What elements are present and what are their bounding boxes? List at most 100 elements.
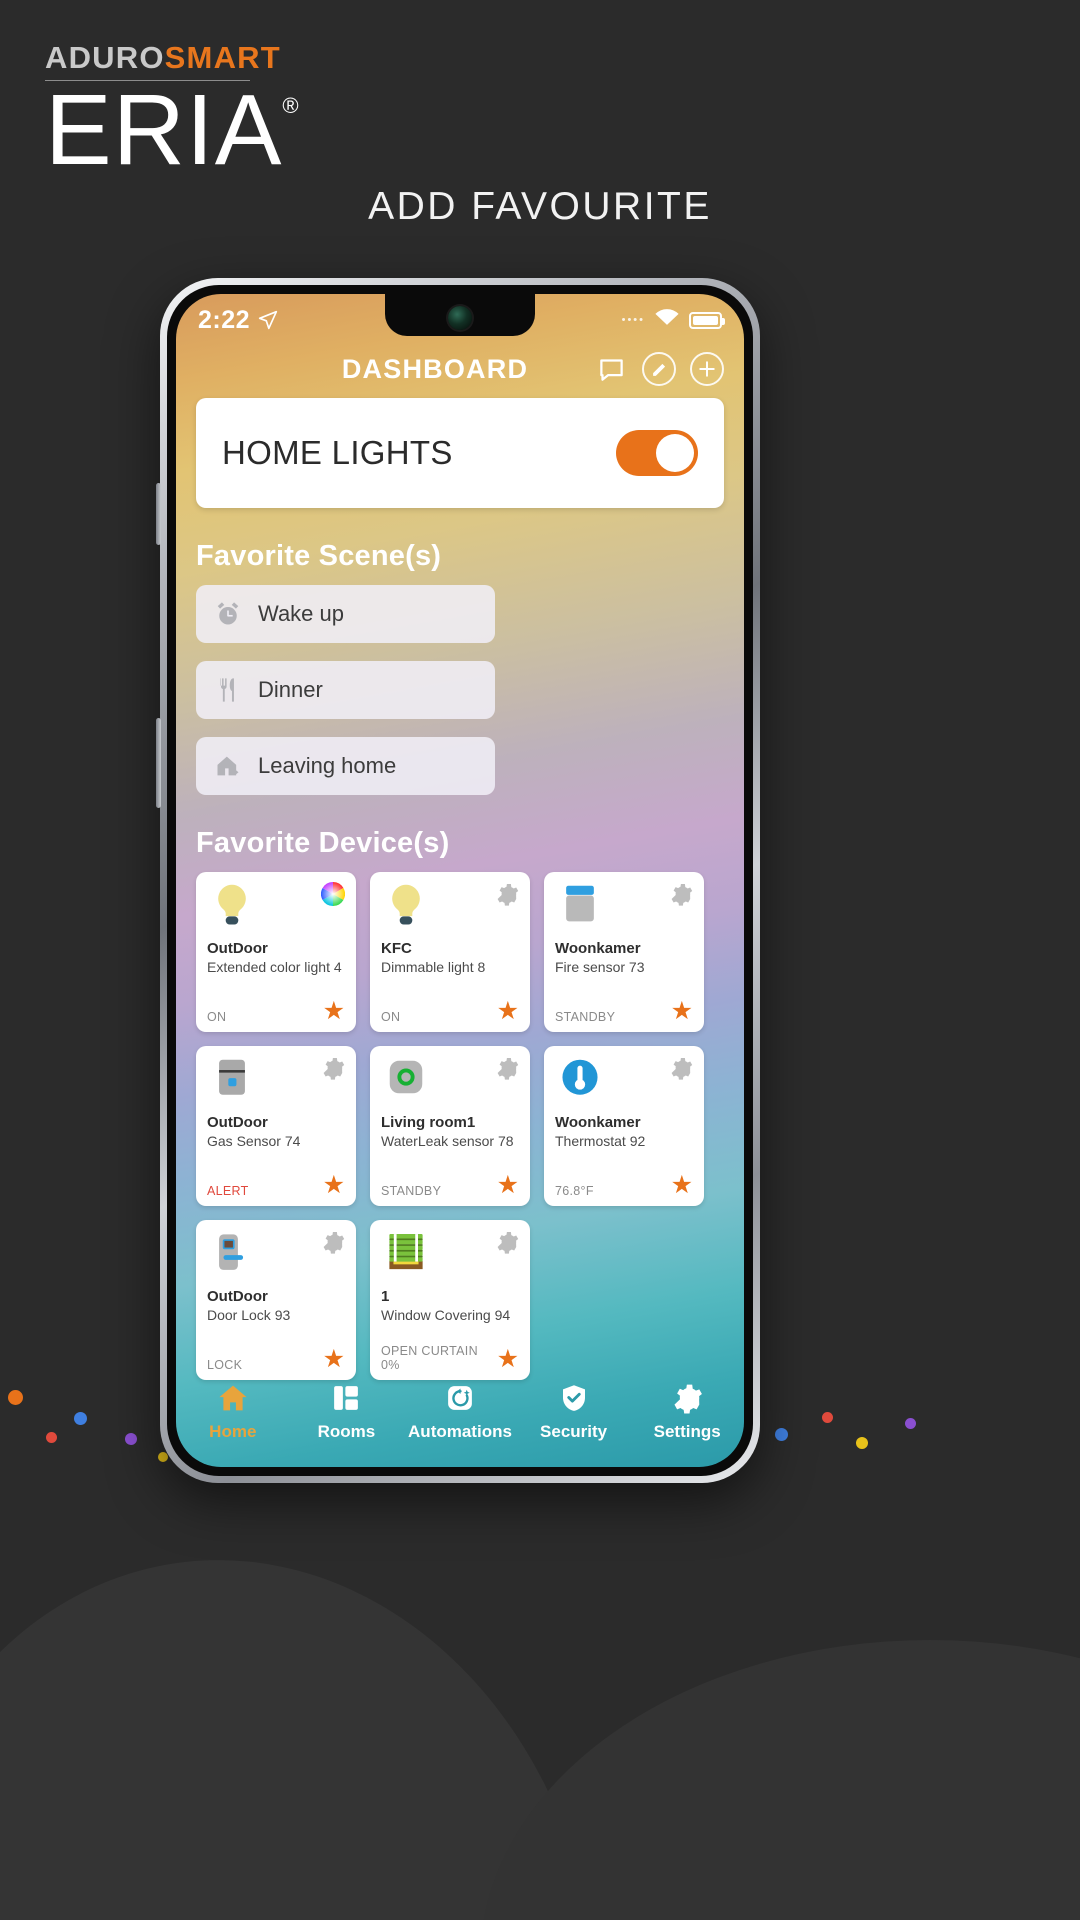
gear-icon[interactable] bbox=[321, 1056, 345, 1080]
device-card[interactable]: OutDoor Gas Sensor 74 ALERT ★ bbox=[196, 1046, 356, 1206]
edit-icon[interactable] bbox=[642, 352, 676, 386]
nav-item-home[interactable]: Home bbox=[176, 1381, 290, 1442]
scene-label: Leaving home bbox=[258, 753, 397, 778]
scene-chip-leaving-home[interactable]: Leaving home bbox=[196, 737, 495, 795]
decor-dot bbox=[8, 1390, 23, 1405]
front-camera-icon bbox=[448, 306, 472, 330]
favorite-star-icon[interactable]: ★ bbox=[323, 1173, 345, 1198]
nav-label: Rooms bbox=[317, 1422, 376, 1441]
nav-item-settings[interactable]: Settings bbox=[630, 1381, 744, 1442]
lightbulb-icon bbox=[383, 882, 429, 930]
gas-sensor-icon bbox=[209, 1056, 255, 1104]
device-type: Fire sensor 73 bbox=[555, 958, 645, 975]
brand-logo: ADUROSMART ERIA ® bbox=[45, 42, 345, 186]
door-lock-icon bbox=[209, 1230, 255, 1278]
device-card[interactable]: Woonkamer Thermostat 92 76.8°F ★ bbox=[544, 1046, 704, 1206]
brand-smart: SMART bbox=[164, 40, 281, 75]
device-room: OutDoor bbox=[207, 940, 268, 957]
volume-button[interactable] bbox=[156, 483, 161, 545]
device-status: ALERT bbox=[207, 1184, 249, 1198]
device-status: STANDBY bbox=[381, 1184, 442, 1198]
device-card[interactable]: 1 Window Covering 94 OPEN CURTAIN 0% ★ bbox=[370, 1220, 530, 1380]
decor-dot bbox=[775, 1428, 788, 1441]
page-title: ADD FAVOURITE bbox=[368, 185, 712, 228]
favorite-star-icon[interactable]: ★ bbox=[497, 999, 519, 1024]
bottom-navigation: Home Rooms Automations Security Settings bbox=[176, 1362, 744, 1467]
device-type: Door Lock 93 bbox=[207, 1306, 291, 1323]
device-room: Woonkamer bbox=[555, 1114, 641, 1131]
gear-icon[interactable] bbox=[495, 1230, 519, 1254]
device-card[interactable]: KFC Dimmable light 8 ON ★ bbox=[370, 872, 530, 1032]
home-lights-toggle[interactable] bbox=[616, 430, 698, 476]
wifi-icon bbox=[654, 308, 680, 333]
nav-item-rooms[interactable]: Rooms bbox=[290, 1381, 404, 1442]
nav-item-security[interactable]: Security bbox=[517, 1381, 631, 1442]
dashboard-title: DASHBOARD bbox=[341, 353, 529, 384]
device-status: 76.8°F bbox=[555, 1184, 594, 1198]
favorite-star-icon[interactable]: ★ bbox=[671, 999, 693, 1024]
home-icon bbox=[216, 1381, 250, 1415]
gear-icon[interactable] bbox=[495, 882, 519, 906]
device-type: Dimmable light 8 bbox=[381, 958, 486, 975]
phone-mockup: 2:22 •••• DASHBOARD HOME LIGHTS Favorite… bbox=[156, 278, 760, 1483]
power-button[interactable] bbox=[156, 718, 161, 808]
device-room: OutDoor bbox=[207, 1114, 268, 1131]
signal-dots-icon: •••• bbox=[621, 314, 645, 326]
decor-dot bbox=[822, 1412, 833, 1423]
device-room: Woonkamer bbox=[555, 940, 641, 957]
device-room: Living room1 bbox=[381, 1114, 476, 1131]
brand-logo-top: ADUROSMART bbox=[45, 42, 345, 73]
waterleak-sensor-icon bbox=[383, 1056, 429, 1104]
decor-dot bbox=[46, 1432, 57, 1443]
lightbulb-icon bbox=[209, 882, 255, 930]
background-swoosh-right bbox=[480, 1640, 1080, 1920]
thermostat-icon bbox=[557, 1056, 603, 1104]
device-card[interactable]: Woonkamer Fire sensor 73 STANDBY ★ bbox=[544, 872, 704, 1032]
nav-item-automations[interactable]: Automations bbox=[403, 1381, 517, 1442]
registered-mark-icon: ® bbox=[282, 93, 299, 118]
device-room: KFC bbox=[381, 940, 412, 957]
device-card[interactable]: OutDoor Extended color light 4 ON ★ bbox=[196, 872, 356, 1032]
device-type: Thermostat 92 bbox=[555, 1132, 646, 1149]
home-lights-card[interactable]: HOME LIGHTS bbox=[196, 398, 724, 508]
device-room: 1 bbox=[381, 1288, 390, 1305]
nav-label: Settings bbox=[653, 1422, 721, 1441]
scene-label: Wake up bbox=[258, 601, 345, 626]
decor-dot bbox=[905, 1418, 916, 1429]
device-type: Extended color light 4 bbox=[207, 958, 342, 975]
toggle-knob bbox=[656, 434, 694, 472]
dashboard-body: HOME LIGHTS Favorite Scene(s) Wake up Di… bbox=[176, 398, 744, 1380]
brand-wordmark: ERIA bbox=[45, 74, 283, 186]
device-status: ON bbox=[381, 1010, 401, 1024]
phone-notch bbox=[385, 294, 535, 336]
gear-icon[interactable] bbox=[669, 1056, 693, 1080]
gear-icon[interactable] bbox=[495, 1056, 519, 1080]
house-exit-icon bbox=[214, 752, 242, 780]
cutlery-icon bbox=[214, 676, 242, 704]
decor-dot bbox=[125, 1433, 137, 1445]
window-blind-icon bbox=[383, 1230, 429, 1278]
device-status: STANDBY bbox=[555, 1010, 616, 1024]
gear-icon[interactable] bbox=[321, 1230, 345, 1254]
favorite-star-icon[interactable]: ★ bbox=[323, 999, 345, 1024]
device-card[interactable]: OutDoor Door Lock 93 LOCK ★ bbox=[196, 1220, 356, 1380]
phone-screen: 2:22 •••• DASHBOARD HOME LIGHTS Favorite… bbox=[176, 294, 744, 1467]
favorite-scenes-list: Wake up Dinner Leaving home bbox=[196, 585, 724, 795]
device-type: WaterLeak sensor 78 bbox=[381, 1132, 514, 1149]
scene-chip-dinner[interactable]: Dinner bbox=[196, 661, 495, 719]
nav-label: Security bbox=[540, 1422, 608, 1441]
favorite-scenes-heading: Favorite Scene(s) bbox=[196, 540, 442, 572]
scene-chip-wake-up[interactable]: Wake up bbox=[196, 585, 495, 643]
battery-full-icon bbox=[689, 311, 725, 329]
plus-icon[interactable] bbox=[690, 352, 724, 386]
device-room: OutDoor bbox=[207, 1288, 268, 1305]
favorite-star-icon[interactable]: ★ bbox=[671, 1173, 693, 1198]
chat-icon[interactable] bbox=[594, 352, 628, 386]
device-type: Window Covering 94 bbox=[381, 1306, 511, 1323]
gear-icon[interactable] bbox=[669, 882, 693, 906]
color-wheel-icon[interactable] bbox=[320, 882, 346, 906]
favorite-devices-heading: Favorite Device(s) bbox=[196, 827, 450, 859]
favorite-star-icon[interactable]: ★ bbox=[497, 1173, 519, 1198]
decor-dot bbox=[74, 1412, 87, 1425]
device-card[interactable]: Living room1 WaterLeak sensor 78 STANDBY… bbox=[370, 1046, 530, 1206]
